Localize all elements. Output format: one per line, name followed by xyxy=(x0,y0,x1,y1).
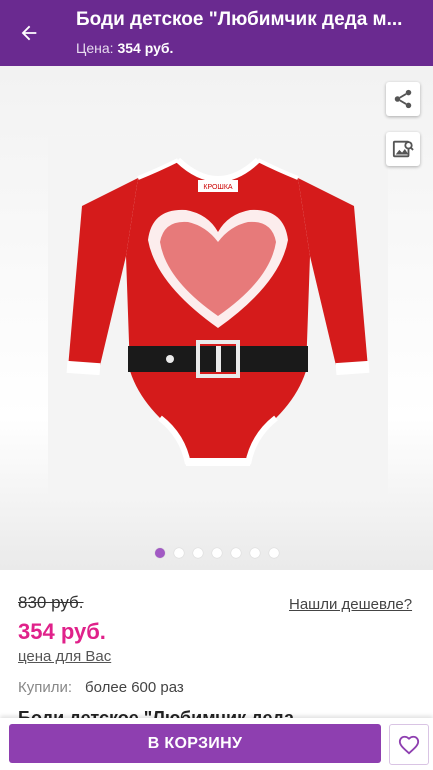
price-for-you-link[interactable]: цена для Вас xyxy=(18,648,111,665)
heart-icon xyxy=(398,735,420,755)
share-icon xyxy=(394,89,412,109)
bought-value: более 600 раз xyxy=(85,679,184,696)
header-price: Цена: 354 руб. xyxy=(76,40,173,56)
image-search-button[interactable] xyxy=(386,132,420,166)
image-search-icon xyxy=(392,140,414,158)
bottom-action-bar: В КОРЗИНУ xyxy=(0,718,433,770)
share-button[interactable] xyxy=(386,82,420,116)
back-arrow-icon xyxy=(21,25,37,41)
pagination-dot[interactable] xyxy=(154,548,165,558)
add-to-cart-button[interactable]: В КОРЗИНУ xyxy=(9,724,381,763)
current-price: 354 руб. xyxy=(18,619,106,644)
gallery-pagination[interactable] xyxy=(0,548,433,558)
pagination-dot[interactable] xyxy=(211,548,222,558)
app-header: Боди детское "Любимчик деда м... Цена: 3… xyxy=(0,0,433,66)
pagination-dot[interactable] xyxy=(230,548,241,558)
pagination-dot[interactable] xyxy=(173,548,184,558)
old-price: 830 руб. xyxy=(18,593,84,612)
product-title-partial: Боди детское "Любимчик деда xyxy=(18,708,294,718)
header-price-label: Цена: xyxy=(76,40,114,56)
favorite-button[interactable] xyxy=(389,724,429,765)
back-button[interactable] xyxy=(14,18,44,48)
pagination-dot[interactable] xyxy=(192,548,203,558)
red-bodysuit-illustration: КРОШКА xyxy=(66,157,370,466)
page-title: Боди детское "Любимчик деда м... xyxy=(76,9,403,30)
pagination-dot[interactable] xyxy=(249,548,260,558)
found-cheaper-link[interactable]: Нашли дешевле? xyxy=(289,596,412,613)
product-gallery[interactable]: КРОШКА xyxy=(0,66,433,570)
header-price-value: 354 руб. xyxy=(117,40,174,56)
bought-label: Купили: xyxy=(18,679,73,696)
product-image[interactable]: КРОШКА xyxy=(48,136,388,496)
brand-tag: КРОШКА xyxy=(203,184,233,191)
pagination-dot[interactable] xyxy=(268,548,279,558)
